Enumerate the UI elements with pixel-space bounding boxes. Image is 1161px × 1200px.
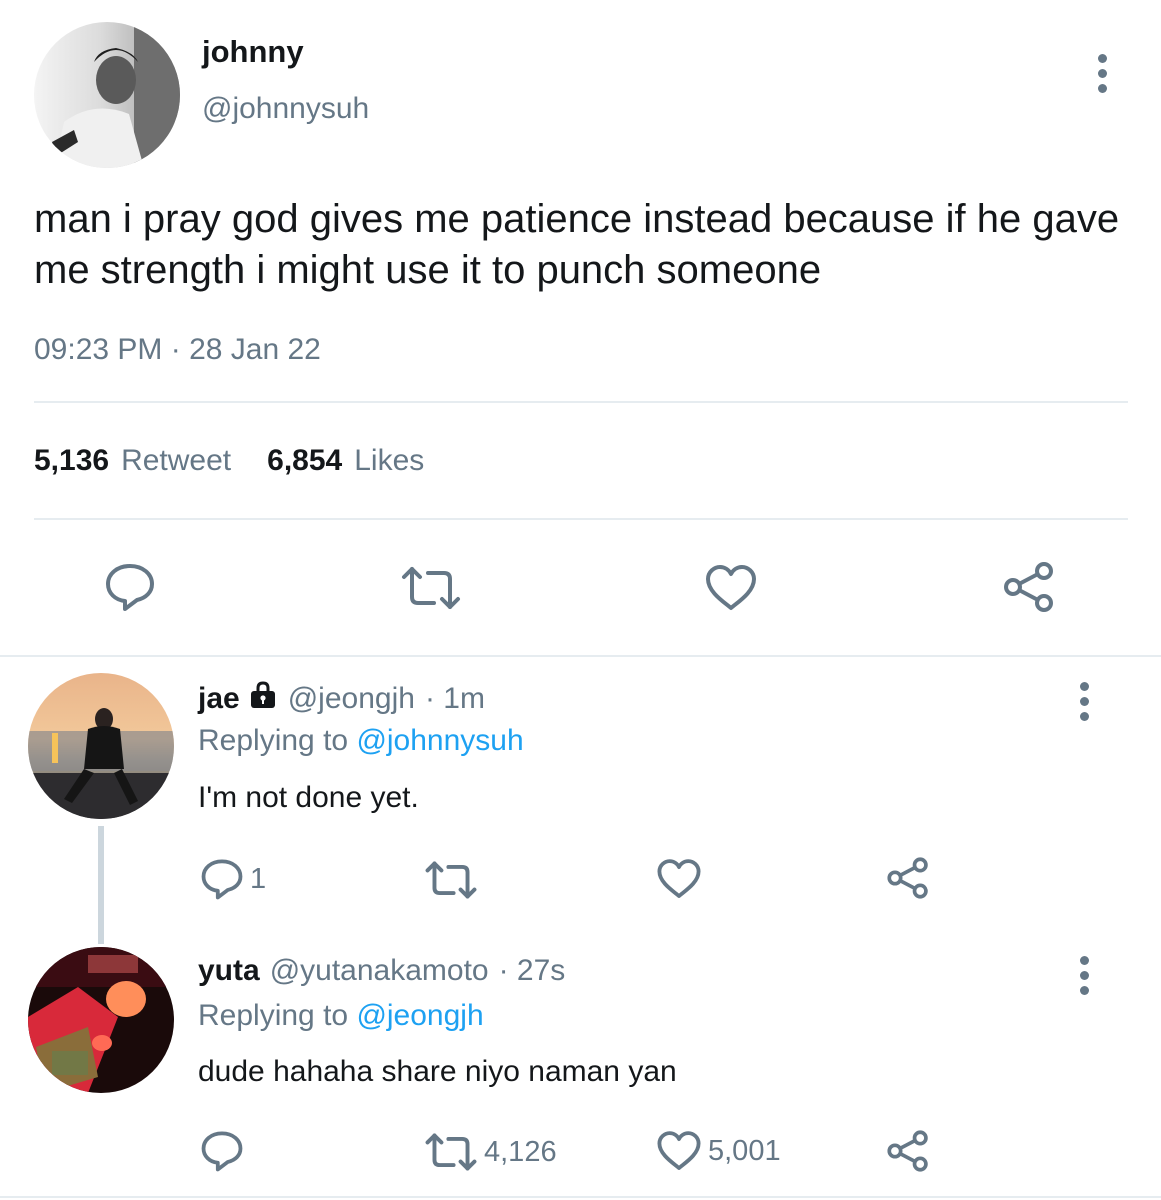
reply-time[interactable]: · 1m — [425, 682, 485, 716]
divider — [0, 1196, 1161, 1198]
reply-avatar-yuta[interactable] — [28, 947, 174, 1093]
divider — [34, 518, 1128, 520]
reply-author-handle[interactable]: @jeongjh — [288, 682, 415, 716]
tweet-text: man i pray god gives me patience instead… — [34, 197, 1120, 292]
reply-author-name[interactable]: yuta — [198, 954, 260, 988]
reply-icon — [106, 564, 154, 611]
like-button[interactable] — [656, 858, 708, 900]
reply-author-handle[interactable]: @yutanakamoto — [270, 954, 489, 988]
reply-header: jae @jeongjh · 1m — [198, 681, 485, 717]
share-icon — [887, 857, 928, 899]
replying-to: Replying to @jeongjh — [198, 999, 484, 1033]
share-button[interactable] — [1002, 561, 1056, 613]
reply-more-button[interactable] — [1072, 682, 1096, 721]
replying-to-label: Replying to — [198, 724, 349, 757]
thread-line — [98, 826, 104, 944]
retweet-label[interactable]: Retweet — [121, 444, 231, 478]
like-icon — [706, 565, 756, 610]
like-icon — [657, 859, 701, 898]
retweet-button[interactable] — [424, 860, 484, 900]
like-button[interactable]: 5,001 — [656, 1130, 781, 1172]
tweet-more-button[interactable] — [1090, 54, 1114, 93]
lock-icon — [248, 681, 278, 717]
reply-count: 1 — [250, 862, 267, 895]
like-label[interactable]: Likes — [354, 444, 424, 478]
retweet-button[interactable] — [400, 565, 462, 611]
retweet-icon — [425, 1133, 477, 1171]
like-count[interactable]: 6,854 — [267, 444, 342, 478]
share-icon — [887, 1130, 928, 1172]
reply-time[interactable]: · 27s — [499, 954, 566, 988]
reply-author-name[interactable]: jae — [198, 682, 240, 716]
tweet-timestamp: 09:23 PM · 28 Jan 22 — [34, 333, 321, 366]
reply-button[interactable] — [200, 1130, 250, 1172]
replying-to-label: Replying to — [198, 999, 349, 1032]
retweet-icon — [425, 861, 477, 899]
reply-text: I'm not done yet. — [198, 781, 419, 814]
reply-button[interactable]: 1 — [200, 858, 266, 900]
like-icon — [657, 1131, 701, 1170]
divider — [0, 655, 1161, 657]
share-button[interactable] — [886, 1129, 930, 1173]
more-icon — [1097, 54, 1107, 63]
divider — [34, 401, 1128, 403]
reply-button[interactable] — [104, 562, 156, 612]
reply-icon — [201, 859, 243, 900]
author-name[interactable]: johnny — [202, 34, 304, 70]
reply-avatar-jae[interactable] — [28, 673, 174, 819]
reply-header: yuta @yutanakamoto · 27s — [198, 954, 565, 988]
like-count: 5,001 — [708, 1134, 781, 1167]
like-button[interactable] — [704, 564, 758, 612]
tweet-stats: 5,136 Retweet 6,854 Likes — [34, 444, 424, 478]
replying-to-mention[interactable]: @johnnysuh — [356, 724, 523, 757]
more-icon — [1079, 682, 1089, 691]
reply-more-button[interactable] — [1072, 956, 1096, 995]
retweet-button[interactable]: 4,126 — [424, 1132, 557, 1172]
replying-to: Replying to @johnnysuh — [198, 724, 524, 758]
reply-text: dude hahaha share niyo naman yan — [198, 1055, 677, 1088]
retweet-count[interactable]: 5,136 — [34, 444, 109, 478]
retweet-icon — [402, 567, 460, 609]
more-icon — [1079, 956, 1089, 965]
share-icon — [1004, 562, 1053, 612]
replying-to-mention[interactable]: @jeongjh — [356, 999, 483, 1032]
share-button[interactable] — [886, 856, 930, 900]
author-handle[interactable]: @johnnysuh — [202, 92, 369, 126]
author-avatar[interactable] — [34, 22, 180, 168]
retweet-count: 4,126 — [484, 1135, 557, 1168]
reply-icon — [201, 1131, 243, 1172]
